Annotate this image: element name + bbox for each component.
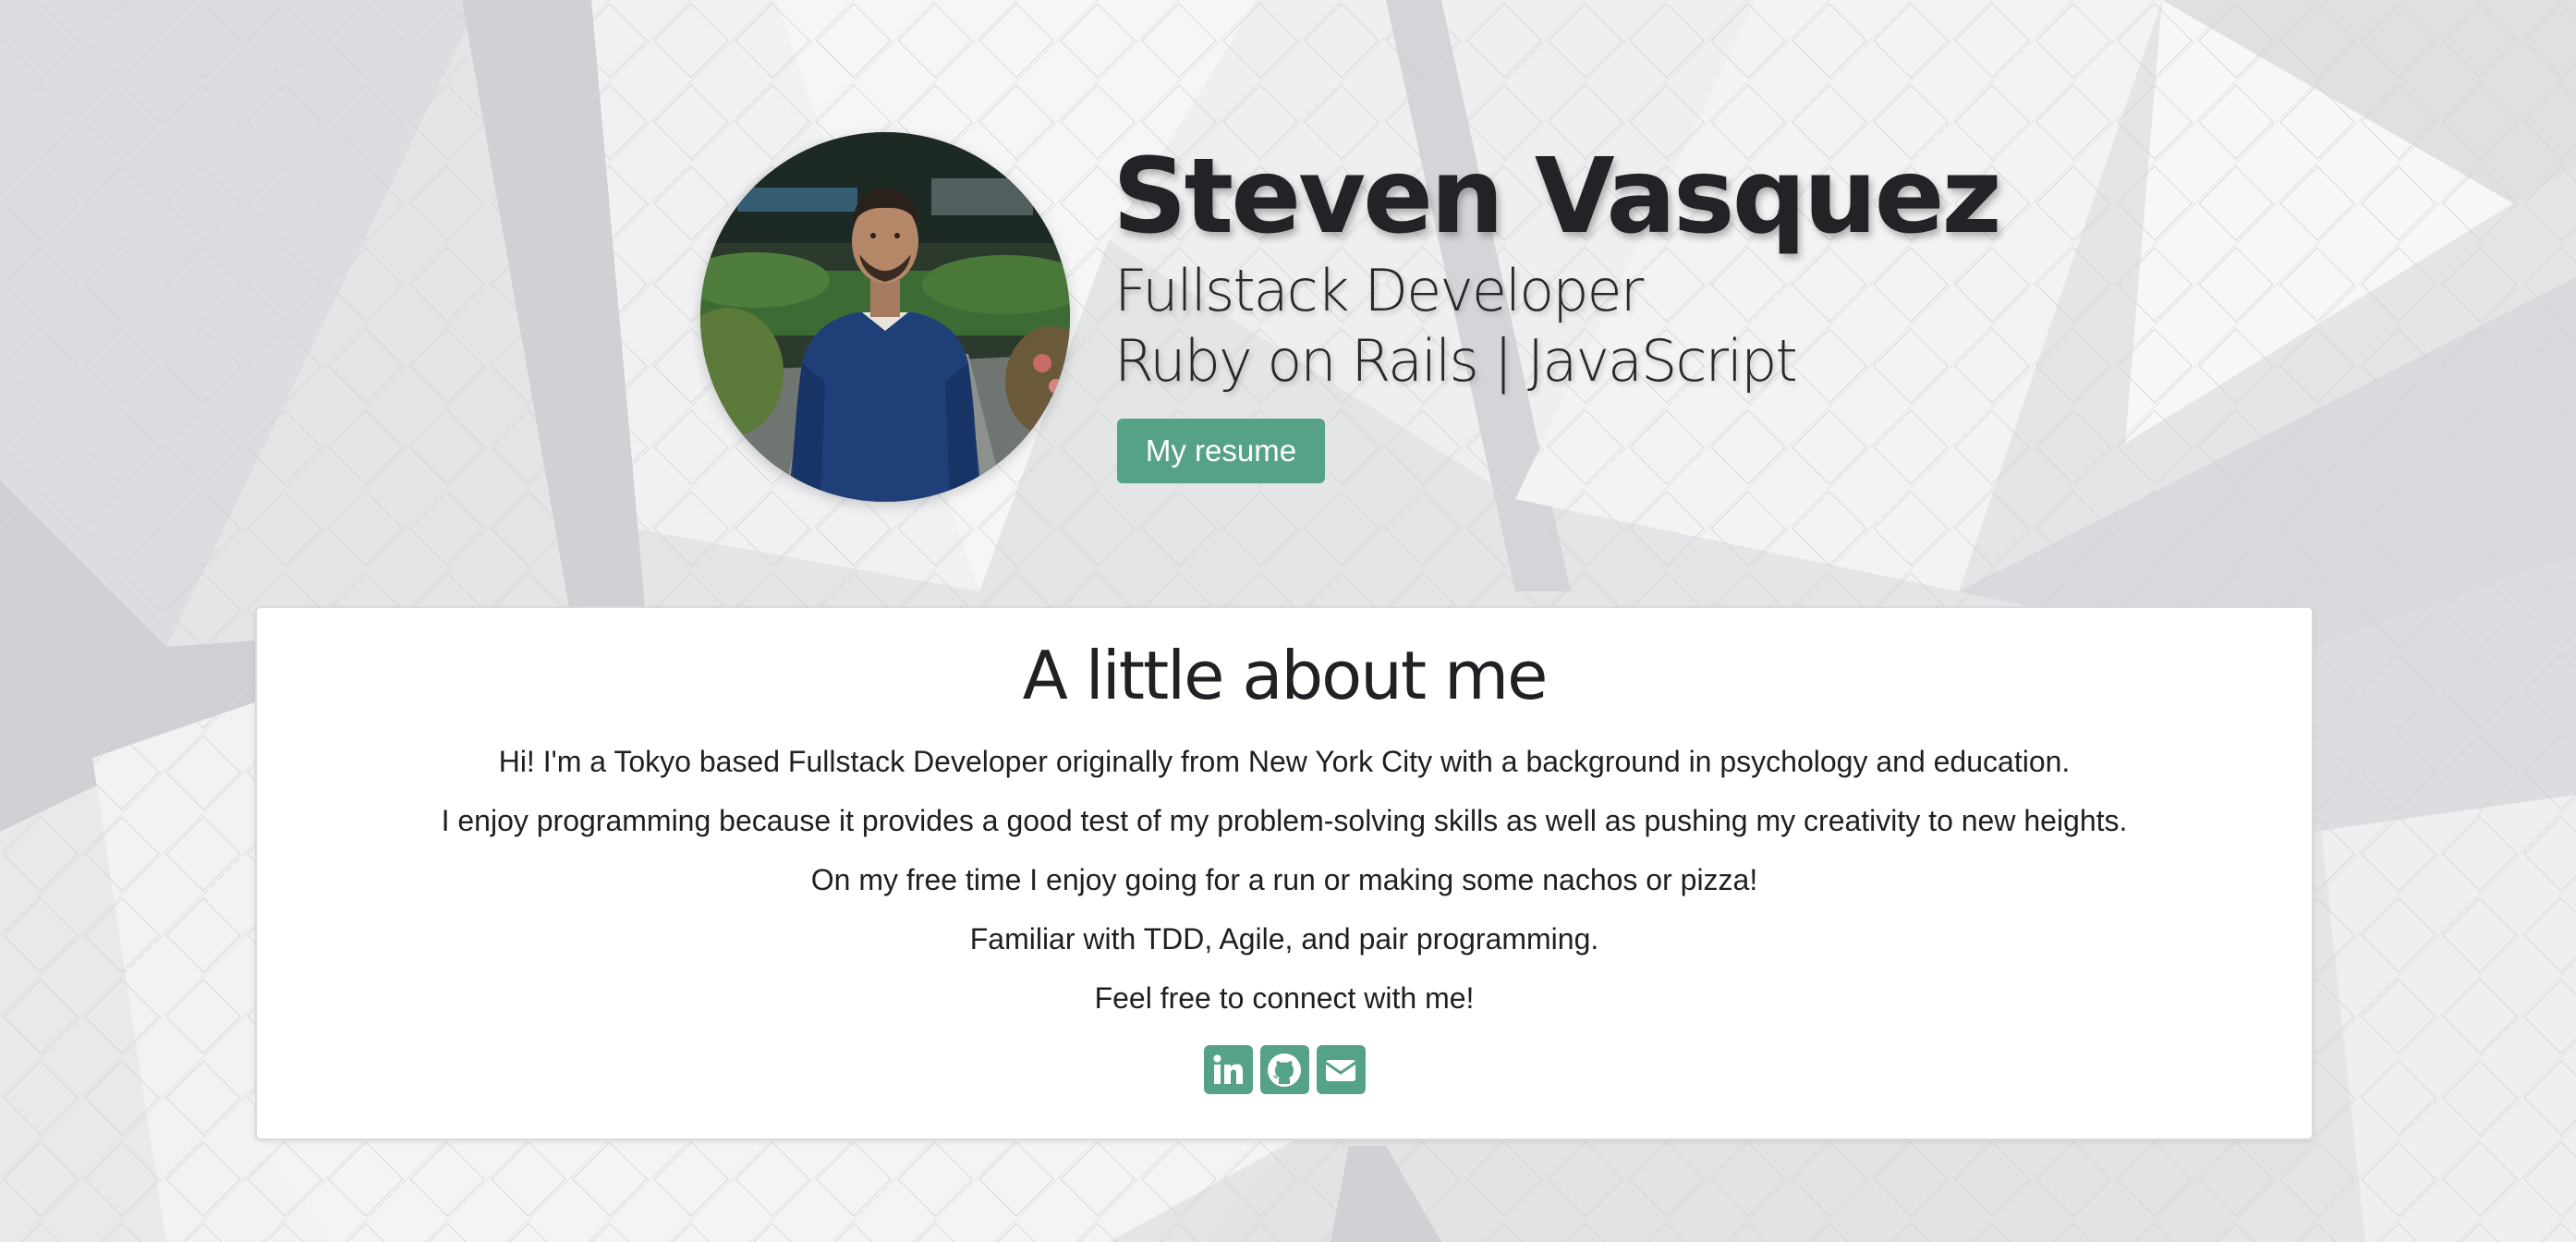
about-title: A little about me xyxy=(1022,637,1549,714)
about-text: Hi! I'm a Tokyo based Fullstack Develope… xyxy=(257,732,2312,1028)
profile-photo xyxy=(700,132,1070,502)
about-card: A little about me Hi! I'm a Tokyo based … xyxy=(255,606,2314,1140)
github-icon[interactable] xyxy=(1259,1045,1309,1094)
profile-role: Fullstack Developer xyxy=(1114,257,1644,324)
profile-stack: Ruby on Rails | JavaScript xyxy=(1114,327,1798,395)
social-links xyxy=(257,1045,2312,1094)
about-line: I enjoy programming because it provides … xyxy=(441,804,2128,837)
profile-name: Steven Vasquez xyxy=(1112,137,2002,257)
about-line: Hi! I'm a Tokyo based Fullstack Develope… xyxy=(498,745,2071,778)
email-icon[interactable] xyxy=(1316,1045,1366,1094)
linkedin-icon[interactable] xyxy=(1203,1045,1253,1094)
about-line: Feel free to connect with me! xyxy=(1094,981,1475,1015)
about-line: On my free time I enjoy going for a run … xyxy=(810,863,1758,896)
about-line: Familiar with TDD, Agile, and pair progr… xyxy=(969,922,1599,956)
hero-section: Steven Vasquez Fullstack Developer Ruby … xyxy=(0,0,2576,591)
resume-button[interactable]: My resume xyxy=(1117,419,1325,483)
